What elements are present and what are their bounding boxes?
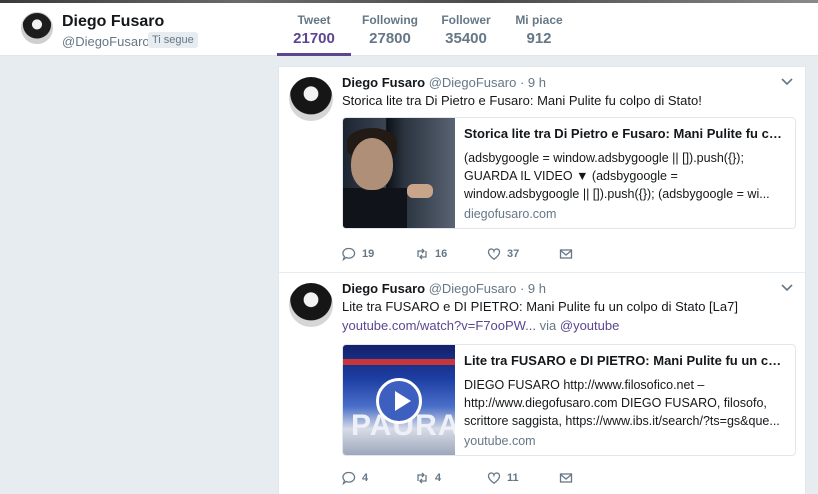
reply-icon — [342, 471, 356, 486]
direct-message-button[interactable] — [559, 247, 573, 261]
card-title: Lite tra FUSARO e DI PIETRO: Mani Pulite… — [464, 353, 789, 368]
like-button[interactable]: 37 — [487, 247, 519, 261]
tweet-avatar[interactable] — [289, 77, 333, 121]
like-count: 11 — [507, 472, 519, 484]
card-domain: youtube.com — [464, 434, 536, 448]
heart-icon — [487, 471, 501, 485]
reply-count: 19 — [362, 248, 375, 260]
stat-likes-label: Mi piace — [515, 13, 563, 27]
retweet-button[interactable]: 4 — [415, 471, 441, 485]
envelope-icon — [559, 471, 573, 485]
tweet-meta[interactable]: @DiegoFusaro · 9 h — [429, 75, 546, 90]
reply-count: 4 — [362, 472, 369, 484]
youtube-link[interactable]: youtube.com/watch?v=F7ooPW... — [342, 318, 536, 333]
stat-following-label: Following — [362, 13, 418, 27]
tweet-link-line: youtube.com/watch?v=F7ooPW... via @youtu… — [342, 318, 619, 333]
card-thumbnail — [343, 118, 455, 228]
follows-you-badge: Ti segue — [148, 32, 198, 48]
reply-icon — [342, 247, 356, 262]
retweet-icon — [415, 471, 429, 485]
retweet-button[interactable]: 16 — [415, 247, 447, 261]
stat-likes[interactable]: Mi piace 912 — [509, 3, 569, 56]
like-count: 37 — [507, 248, 520, 260]
link-card[interactable]: Storica lite tra Di Pietro e Fusaro: Man… — [342, 117, 796, 229]
profile-header-bar: Diego Fusaro @DiegoFusaro Ti segue Tweet… — [0, 3, 818, 56]
stat-following-value: 27800 — [369, 30, 411, 47]
tweet-timeline: Diego Fusaro @DiegoFusaro · 9 h Storica … — [278, 66, 806, 494]
via-handle-link[interactable]: @youtube — [560, 318, 619, 333]
like-button[interactable]: 11 — [487, 471, 519, 485]
tweet-author-name[interactable]: Diego Fusaro — [342, 75, 425, 90]
stat-tweet[interactable]: Tweet 21700 — [277, 3, 351, 56]
tweet-author-name[interactable]: Diego Fusaro — [342, 281, 425, 296]
tweet[interactable]: Diego Fusaro @DiegoFusaro · 9 h Storica … — [279, 67, 805, 273]
card-description: (adsbygoogle = window.adsbygoogle || [])… — [464, 151, 770, 201]
tweet-text: Lite tra FUSARO e DI PIETRO: Mani Pulite… — [342, 299, 738, 314]
retweet-count: 4 — [435, 472, 442, 484]
heart-icon — [487, 247, 501, 261]
stat-likes-value: 912 — [526, 30, 552, 47]
video-thumbnail[interactable]: PAURA — [343, 345, 455, 455]
retweet-count: 16 — [435, 248, 448, 260]
play-icon[interactable] — [376, 378, 422, 424]
tweet-text: Storica lite tra Di Pietro e Fusaro: Man… — [342, 93, 702, 108]
tweet[interactable]: Diego Fusaro @DiegoFusaro · 9 h Lite tra… — [279, 273, 805, 494]
retweet-icon — [415, 247, 429, 261]
chevron-down-icon[interactable] — [781, 281, 793, 295]
card-title: Storica lite tra Di Pietro e Fusaro: Man… — [464, 126, 789, 141]
chevron-down-icon[interactable] — [781, 75, 793, 89]
tweet-meta[interactable]: @DiegoFusaro · 9 h — [429, 281, 546, 296]
direct-message-button[interactable] — [559, 471, 573, 485]
reply-button[interactable]: 4 — [342, 471, 369, 486]
link-card[interactable]: PAURA Lite tra FUSARO e DI PIETRO: Mani … — [342, 344, 796, 456]
stat-follower-value: 35400 — [445, 30, 487, 47]
stat-following[interactable]: Following 27800 — [358, 3, 422, 56]
profile-avatar[interactable] — [21, 12, 53, 44]
profile-handle[interactable]: @DiegoFusaro — [62, 34, 150, 49]
stat-follower-label: Follower — [441, 13, 491, 27]
profile-name[interactable]: Diego Fusaro — [62, 13, 164, 31]
envelope-icon — [559, 247, 573, 261]
stat-follower[interactable]: Follower 35400 — [434, 3, 498, 56]
tweet-header: Diego Fusaro @DiegoFusaro · 9 h — [342, 75, 546, 90]
reply-button[interactable]: 19 — [342, 247, 375, 262]
tweet-avatar[interactable] — [289, 283, 333, 327]
tweet-header: Diego Fusaro @DiegoFusaro · 9 h — [342, 281, 546, 296]
stat-tweet-label: Tweet — [297, 13, 331, 27]
via-label: via — [536, 318, 560, 333]
stat-tweet-value: 21700 — [293, 30, 335, 47]
card-domain: diegofusaro.com — [464, 207, 557, 221]
card-description: DIEGO FUSARO http://www.filosofico.net –… — [464, 378, 780, 428]
